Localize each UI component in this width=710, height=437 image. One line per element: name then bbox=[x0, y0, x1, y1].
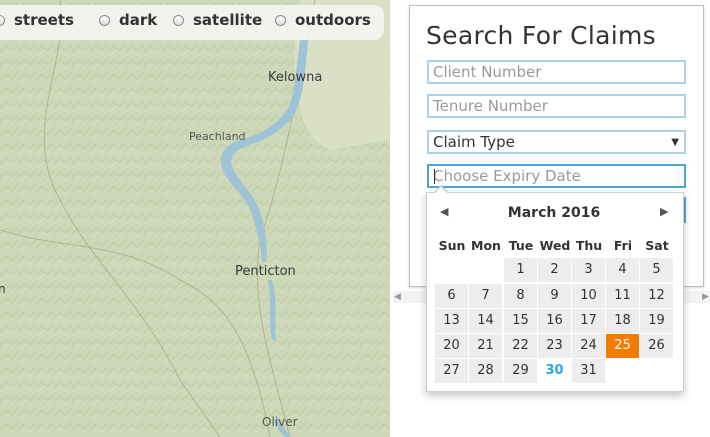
expiry-date-placeholder: Choose Expiry Date bbox=[433, 167, 581, 185]
calendar-day[interactable]: 10 bbox=[572, 284, 605, 308]
radio-icon[interactable] bbox=[99, 14, 110, 26]
weekday-header: Sat bbox=[645, 238, 669, 253]
calendar-day[interactable]: 24 bbox=[572, 334, 605, 358]
calendar-day[interactable]: 1 bbox=[504, 258, 537, 282]
map-view[interactable]: Kelowna Peachland Penticton Oliver n str… bbox=[0, 0, 390, 437]
layer-label-outdoors: outdoors bbox=[295, 11, 371, 29]
search-button-edge[interactable] bbox=[684, 197, 686, 223]
layer-label-dark: dark bbox=[119, 11, 158, 29]
claim-type-select[interactable]: Claim Type ▼ bbox=[427, 130, 686, 154]
layer-option-outdoors[interactable]: outdoors bbox=[275, 11, 371, 29]
scroll-right-icon[interactable]: ▶ bbox=[702, 292, 709, 302]
map-label-partial: n bbox=[0, 282, 6, 296]
layer-option-satellite[interactable]: satellite bbox=[173, 11, 262, 29]
weekday-header: Mon bbox=[471, 238, 501, 253]
weekday-header: Tue bbox=[508, 238, 534, 253]
calendar-day[interactable]: 26 bbox=[640, 334, 673, 358]
calendar-day[interactable]: 9 bbox=[538, 284, 571, 308]
datepicker-month-title[interactable]: March 2016 bbox=[426, 205, 682, 221]
claim-type-value: Claim Type bbox=[433, 133, 515, 151]
chevron-down-icon: ▼ bbox=[671, 137, 679, 148]
calendar-day[interactable]: 7 bbox=[469, 284, 502, 308]
calendar-day[interactable]: 31 bbox=[572, 359, 605, 383]
calendar-day[interactable]: 20 bbox=[435, 334, 468, 358]
calendar-day[interactable]: 6 bbox=[435, 284, 468, 308]
calendar-day[interactable]: 12 bbox=[640, 284, 673, 308]
datepicker-pointer-inner bbox=[435, 187, 447, 193]
calendar-day[interactable]: 22 bbox=[504, 334, 537, 358]
radio-icon[interactable] bbox=[0, 14, 5, 26]
calendar-day[interactable]: 3 bbox=[572, 258, 605, 282]
calendar-day[interactable]: 15 bbox=[504, 309, 537, 333]
calendar-day[interactable]: 5 bbox=[640, 258, 673, 282]
layer-label-streets: streets bbox=[14, 11, 74, 29]
tenure-number-input[interactable]: Tenure Number bbox=[427, 94, 686, 118]
page-title: Search For Claims bbox=[426, 21, 656, 50]
calendar-day[interactable]: 28 bbox=[469, 359, 502, 383]
calendar-day[interactable]: 14 bbox=[469, 309, 502, 333]
calendar-day[interactable]: 27 bbox=[435, 359, 468, 383]
calendar-day[interactable]: 11 bbox=[606, 284, 639, 308]
calendar-day[interactable]: 30 bbox=[538, 359, 571, 383]
radio-icon[interactable] bbox=[173, 14, 184, 26]
calendar-day[interactable]: 4 bbox=[606, 258, 639, 282]
calendar-day[interactable]: 21 bbox=[469, 334, 502, 358]
layer-label-satellite: satellite bbox=[193, 11, 263, 29]
map-label-penticton: Penticton bbox=[235, 264, 296, 279]
map-label-oliver: Oliver bbox=[262, 415, 298, 429]
calendar-day[interactable]: 16 bbox=[538, 309, 571, 333]
scroll-left-icon[interactable]: ◀ bbox=[394, 292, 401, 302]
tenure-number-placeholder: Tenure Number bbox=[433, 97, 548, 115]
radio-icon[interactable] bbox=[275, 14, 286, 26]
calendar-day[interactable]: 8 bbox=[504, 284, 537, 308]
calendar-day[interactable]: 19 bbox=[640, 309, 673, 333]
calendar-day[interactable]: 13 bbox=[435, 309, 468, 333]
calendar-day[interactable]: 29 bbox=[504, 359, 537, 383]
weekday-header: Wed bbox=[539, 238, 571, 253]
map-label-peachland: Peachland bbox=[189, 130, 246, 143]
calendar-day[interactable]: 18 bbox=[606, 309, 639, 333]
chevron-right-icon[interactable]: ▶ bbox=[660, 205, 668, 218]
map-label-kelowna: Kelowna bbox=[268, 70, 323, 85]
client-number-input[interactable]: Client Number bbox=[427, 60, 686, 84]
client-number-placeholder: Client Number bbox=[433, 63, 542, 81]
weekday-header: Sun bbox=[438, 238, 466, 253]
layer-option-dark[interactable]: dark bbox=[99, 11, 157, 29]
calendar-day[interactable]: 2 bbox=[538, 258, 571, 282]
layer-option-streets[interactable]: streets bbox=[0, 11, 74, 29]
calendar-day[interactable]: 17 bbox=[572, 309, 605, 333]
weekday-header: Thu bbox=[575, 238, 603, 253]
text-cursor bbox=[434, 169, 435, 184]
weekday-header: Fri bbox=[613, 238, 633, 253]
expiry-date-input[interactable]: Choose Expiry Date bbox=[427, 164, 686, 188]
calendar-day[interactable]: 23 bbox=[538, 334, 571, 358]
calendar-day[interactable]: 25 bbox=[606, 334, 639, 358]
terrain-map bbox=[0, 0, 390, 437]
